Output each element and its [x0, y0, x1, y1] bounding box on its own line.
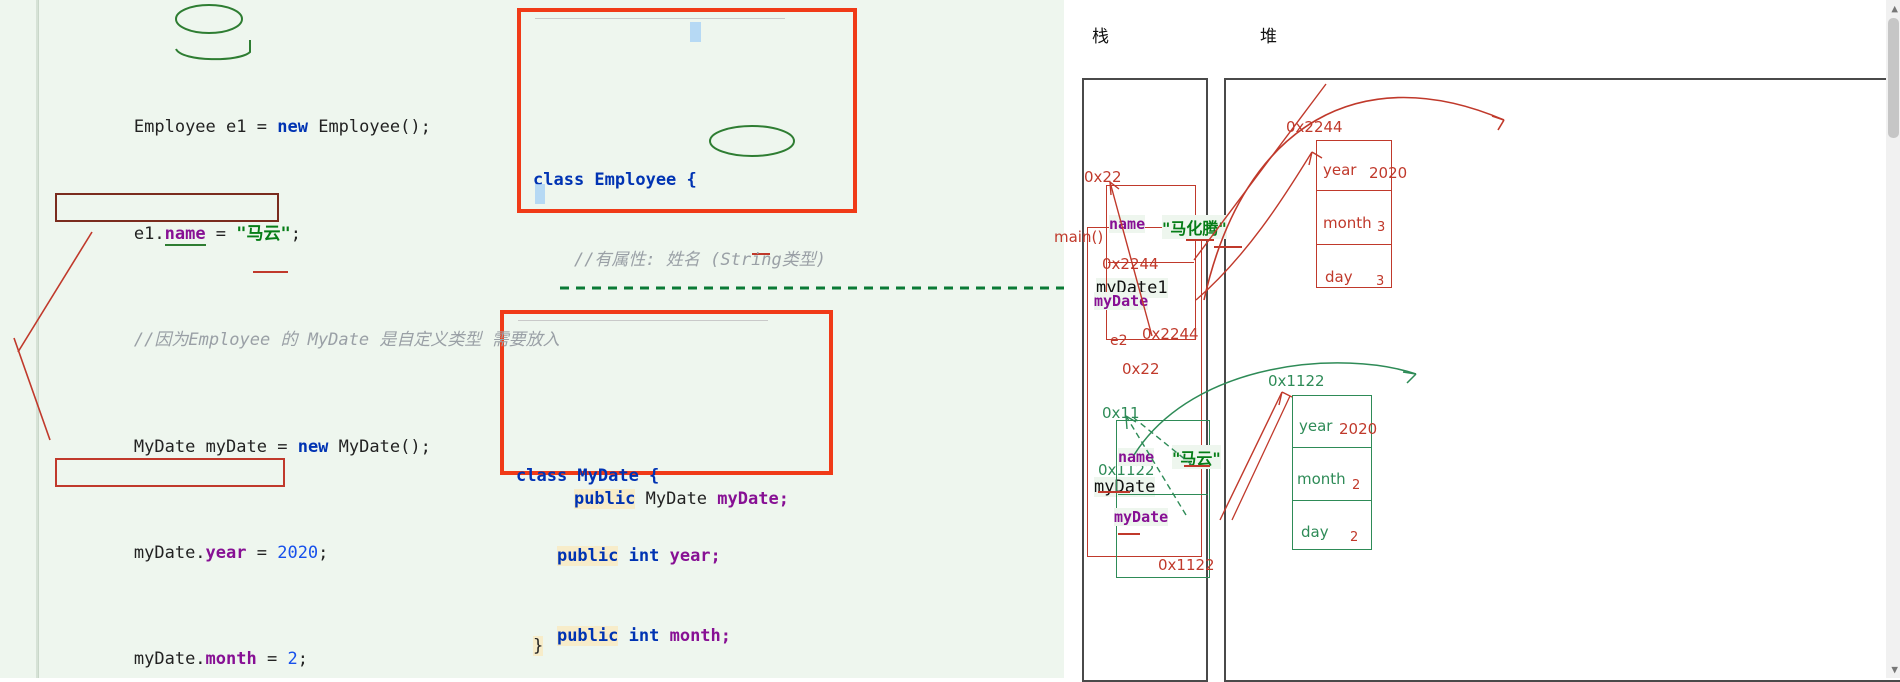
heap-object-1-divider — [1118, 494, 1208, 495]
stack-var-addr-1: 0x22 — [1122, 360, 1160, 378]
date-obj-1-f0-val: 2020 — [1339, 420, 1378, 438]
vertical-scrollbar[interactable]: ▲ ▼ — [1886, 0, 1900, 678]
date-obj-0-f1-val: 3 — [1377, 220, 1386, 235]
date-obj-1-f2-key: day — [1301, 523, 1329, 541]
heap-object-0-divider — [1108, 262, 1194, 263]
date-obj-0-f2-val: 3 — [1376, 274, 1385, 289]
tok-kw-new: new — [297, 436, 329, 457]
date-obj-1-div-1 — [1293, 447, 1371, 448]
mydate-f2-mod: public — [556, 625, 619, 646]
editor-gutter — [0, 0, 39, 678]
stack-zone-label: 栈 — [1092, 27, 1109, 47]
tok-kw-new: new — [277, 117, 308, 138]
scroll-down-arrow[interactable]: ▼ — [1891, 663, 1898, 676]
tok-comment: //因为Employee 的 MyDate 是自定义类型 需要放入 — [133, 330, 560, 351]
date-obj-0-f0-val: 2020 — [1369, 164, 1408, 182]
scroll-thumb[interactable] — [1888, 18, 1899, 138]
employee-kw-class: class Employee { — [533, 169, 697, 190]
mydate-f2-name: month; — [669, 625, 732, 646]
heap-obj-0-field-1-key: myDate — [1094, 292, 1149, 310]
heap-obj-0-field-0-key: name — [1109, 215, 1146, 233]
heap-obj-0-addr: 0x22 — [1084, 168, 1122, 186]
heap-obj-0-field-0-value: "马化腾" — [1162, 215, 1227, 239]
date-obj-1-div-2 — [1293, 500, 1371, 501]
scroll-up-arrow[interactable]: ▲ — [1891, 2, 1898, 15]
heap-obj-1-field-0-key: name — [1118, 448, 1155, 466]
tok-var-mydate: myDate — [205, 436, 267, 457]
tok-type-mydate2: MyDate — [338, 436, 401, 457]
date-obj-1-f2-val: 2 — [1350, 530, 1359, 545]
heap-obj-1-field-0-value: "马云" — [1172, 445, 1221, 469]
tok-type-employee2: Employee — [318, 117, 401, 138]
tok-str-mayun: "马云" — [236, 223, 291, 244]
heap-obj-0-field-1-value: 0x2244 — [1142, 325, 1199, 343]
heap-object-1 — [1116, 420, 1210, 578]
tok-fld-month: month — [205, 649, 257, 670]
screenshot-root: Employee e1 = new Employee(); e1.name = … — [0, 0, 1900, 682]
heap-zone-label: 堆 — [1260, 27, 1277, 47]
code-editor-pane[interactable]: Employee e1 = new Employee(); e1.name = … — [0, 0, 1064, 678]
employee-class-overlay: class Employee { //有属性: 姓名 (String类型) pu… — [517, 8, 857, 657]
date-obj-0-addr: 0x2244 — [1286, 118, 1343, 136]
mydate-f2-type: int — [628, 625, 660, 646]
memory-diagram-pane: 栈 堆 main() 0x2244 myDate1 e2 0x22 0x1122… — [1054, 0, 1900, 682]
tok-fld-name: name — [164, 223, 206, 246]
date-obj-0-f1-key: month — [1323, 214, 1372, 232]
heap-obj-1-field-1-key: myDate — [1114, 508, 1169, 526]
mydate-f1-type: int — [628, 545, 660, 566]
tok-fld-year: year — [205, 542, 247, 563]
date-obj-0-f2-key: day — [1325, 268, 1353, 286]
date-obj-1-addr: 0x1122 — [1268, 372, 1325, 390]
tok-num-2020: 2020 — [277, 542, 319, 563]
mydate-f1-name: year; — [669, 545, 721, 566]
gutter-divider — [36, 0, 38, 678]
tok-type-mydate: MyDate — [133, 436, 196, 457]
box-topline-2 — [518, 320, 768, 321]
date-obj-0-div-1 — [1317, 190, 1391, 191]
mydate-f1-mod: public — [556, 545, 619, 566]
heap-obj-1-field-1-value: 0x1122 — [1158, 556, 1215, 574]
date-obj-1-f1-key: month — [1297, 470, 1346, 488]
date-obj-0-div-2 — [1317, 244, 1391, 245]
date-obj-1-f1-val: 2 — [1352, 478, 1361, 493]
date-obj-0-f0-key: year — [1323, 161, 1357, 179]
tok-var-e1: e1 — [226, 117, 247, 138]
mydate-kw-class: class MyDate { — [516, 465, 660, 486]
box-topline — [535, 18, 785, 19]
tok-num-2: 2 — [287, 649, 298, 670]
employee-comment-1: //有属性: 姓名 (String类型) — [573, 249, 827, 270]
tok-type-employee: Employee — [133, 117, 216, 138]
date-obj-1-f0-key: year — [1299, 417, 1333, 435]
